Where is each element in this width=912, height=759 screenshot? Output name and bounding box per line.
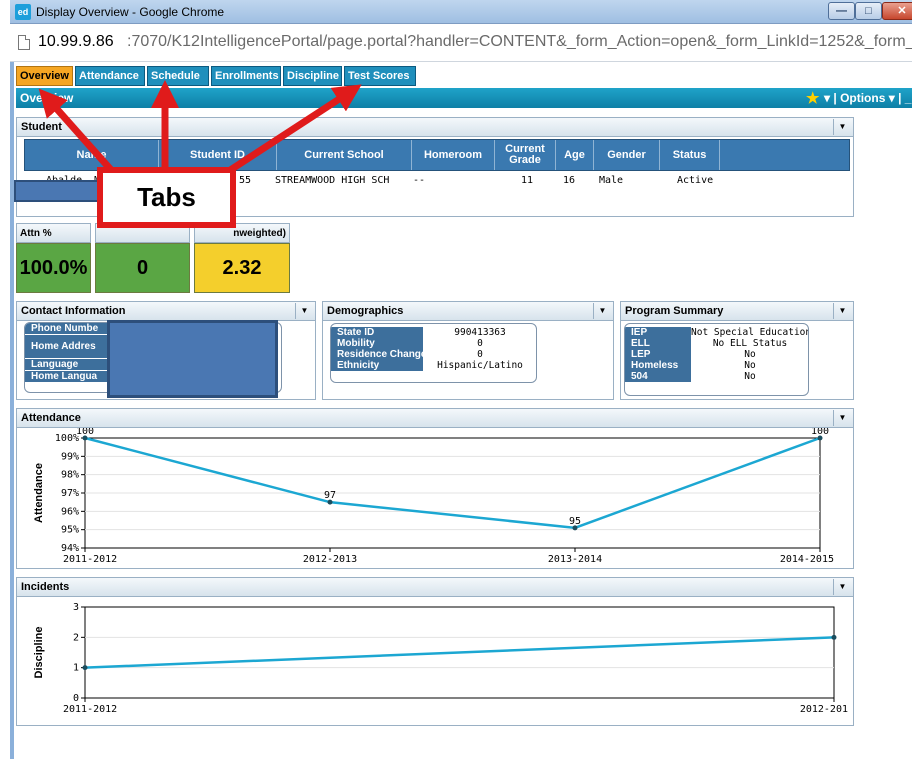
tabs-annotation-label: Tabs	[97, 167, 236, 228]
annotation-arrows	[38, 80, 362, 183]
